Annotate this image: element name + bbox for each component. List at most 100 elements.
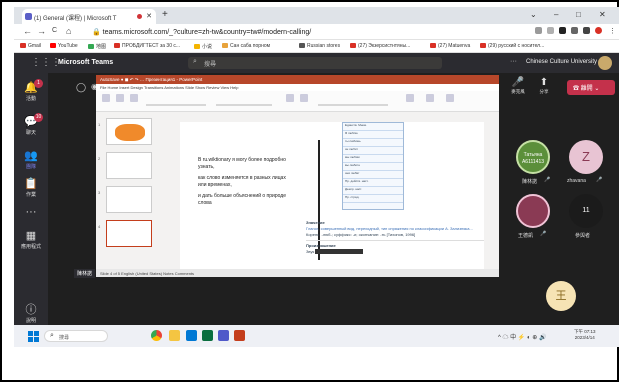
taskbar-clock[interactable]: 下午 07:13 2023/4/14	[574, 329, 596, 341]
shared-screen-powerpoint: AutoSave ● ◼ ↶ ↷ … Презентация1 - PowerP…	[96, 75, 499, 277]
new-tab-button[interactable]: +	[162, 9, 168, 20]
drawing-controls	[318, 104, 388, 106]
chat-badge: 10	[34, 113, 43, 122]
back-button[interactable]: ←	[23, 26, 32, 36]
minimize-button[interactable]: –	[554, 10, 558, 19]
bookmark-star-icon[interactable]	[547, 27, 554, 34]
slide-thumbnail	[106, 152, 152, 179]
slide-thumbnail	[106, 186, 152, 213]
slide-text-box: В ru.wiktionary я могу более подробно уз…	[198, 157, 286, 206]
bookmark-map[interactable]: 地图	[88, 43, 106, 50]
audio-player	[315, 249, 364, 255]
rail-item-teams[interactable]: 👥 團隊	[14, 149, 48, 170]
rail-item-assignments[interactable]: 📋 作業	[14, 177, 48, 198]
teams-icon: 👥	[24, 150, 38, 162]
browser-tab-bar: (1) General (课程) | Microsoft T ✕ + ⌄ – □…	[14, 7, 619, 24]
bookmark-exercises[interactable]: (27) Экзерсистнтяны...	[350, 43, 410, 49]
mic-muted-icon: 🎤	[596, 177, 603, 183]
url-field[interactable]: 🔒 teams.microsoft.com/_?culture=zh-tw&co…	[88, 26, 528, 38]
bookmarks-bar: Gmail YouTube 地图 ПРОБДИГТЕСТ за 30 с... …	[14, 40, 619, 53]
current-slide: В ru.wiktionary я могу более подробно уз…	[180, 122, 484, 269]
share-page-icon[interactable]	[535, 27, 542, 34]
help-icon: ⓘ	[25, 304, 37, 316]
tab-search-button[interactable]: ⌄	[530, 10, 537, 19]
share-button[interactable]: ⬆ 分享	[532, 77, 556, 95]
designer-icon	[446, 94, 454, 102]
more-participants-count[interactable]: 11	[569, 194, 603, 228]
more-icon: ···	[25, 206, 37, 218]
participant-avatar[interactable]: Татьяна A6111413	[516, 140, 550, 174]
bookmark-russian-stores[interactable]: Russian stores	[299, 43, 340, 49]
bookmark-saba[interactable]: Сан саба порном	[222, 43, 270, 49]
dictate-icon	[426, 94, 434, 102]
teams-taskbar-icon[interactable]	[218, 330, 229, 341]
slide-meaning-section: Значение Глагол, совершенный вид, перехо…	[306, 220, 484, 255]
bookmark-gmail[interactable]: Gmail	[20, 43, 41, 49]
participant-avatar[interactable]: Z	[569, 140, 603, 174]
teams-app-name: Microsoft Teams	[58, 59, 114, 66]
shapes-icon	[286, 94, 294, 102]
participant-name: 陳林諾	[522, 179, 538, 185]
rail-item-activity[interactable]: 🔔 1 活動	[14, 79, 48, 102]
self-video-avatar[interactable]: 王	[546, 281, 576, 311]
mic-icon: 🎤	[511, 77, 525, 88]
rail-item-more[interactable]: ···	[14, 205, 48, 219]
mic-button[interactable]: 🎤 麥克風	[506, 77, 530, 95]
rail-item-chat[interactable]: 💬 10 聊天	[14, 113, 48, 136]
user-avatar[interactable]	[598, 56, 612, 70]
tab-close-icon[interactable]: ✕	[146, 12, 152, 20]
maximize-button[interactable]: □	[576, 10, 581, 19]
mic-muted-icon: 🎤	[540, 231, 547, 237]
apps-icon: ▦	[25, 230, 37, 242]
extension-icon[interactable]	[559, 27, 566, 34]
file-explorer-icon[interactable]	[169, 330, 180, 341]
recording-dot-icon	[137, 14, 142, 19]
paragraph-controls	[216, 104, 272, 106]
powerpoint-icon[interactable]	[234, 330, 245, 341]
participant-avatar[interactable]	[516, 194, 550, 228]
participant-name: zhavana	[567, 178, 586, 184]
system-tray[interactable]: ^ ☁ 中 ⚡ ◐ ⊕ 🔊	[498, 332, 546, 341]
reload-button[interactable]: C	[52, 27, 57, 34]
teams-search-input[interactable]: ⌕ 搜尋	[188, 57, 442, 69]
find-icon	[406, 94, 414, 102]
sidebar-icon[interactable]	[583, 27, 590, 34]
teams-more-button[interactable]: ···	[510, 58, 517, 65]
share-icon: ⬆	[539, 77, 549, 88]
meeting-info-icon[interactable]: ◯	[76, 82, 86, 93]
org-name[interactable]: Chinese Culture University	[526, 59, 597, 65]
bookmark-russian-native[interactable]: (29) русский с носител...	[480, 43, 544, 49]
bookmark-youtube[interactable]: YouTube	[50, 43, 78, 49]
url-text: teams.microsoft.com/_?culture=zh-tw&coun…	[102, 29, 312, 36]
chrome-icon[interactable]	[151, 330, 162, 341]
browser-tab[interactable]: (1) General (课程) | Microsoft T ✕	[22, 9, 156, 24]
rail-item-apps[interactable]: ▦ 應用程式	[14, 229, 48, 250]
mic-muted-icon: 🎤	[544, 177, 551, 183]
ppt-slide-thumbnails: 1 2 3 4	[96, 112, 162, 269]
assignments-icon: 📋	[24, 178, 38, 190]
puzzle-icon[interactable]	[571, 27, 578, 34]
windows-start-icon[interactable]	[28, 331, 39, 342]
slide-thumbnail-selected	[106, 220, 152, 247]
font-controls	[146, 104, 206, 106]
browser-tab-title: (1) General (课程) | Microsoft T	[34, 16, 117, 22]
profile-avatar-icon[interactable]	[595, 27, 602, 34]
close-window-button[interactable]: ✕	[599, 10, 606, 19]
bookmark-test[interactable]: ПРОБДИГТЕСТ за 30 с...	[114, 43, 180, 49]
app-launcher-icon[interactable]: ⋮⋮⋮	[31, 57, 61, 68]
bookmark-matuenva[interactable]: (27) Matuenva	[430, 43, 470, 49]
home-button[interactable]: ⌂	[66, 26, 71, 36]
rail-item-help[interactable]: ⓘ 說明	[14, 303, 48, 324]
search-icon: ⌕	[193, 58, 197, 65]
bookmark-novel[interactable]: 小说	[194, 43, 212, 50]
menu-kebab-icon[interactable]: ⋮	[609, 27, 616, 35]
store-icon[interactable]	[202, 330, 213, 341]
lock-icon: 🔒	[92, 29, 103, 36]
teams-search-placeholder: 搜尋	[204, 62, 217, 68]
edge-icon[interactable]	[186, 330, 197, 341]
forward-button[interactable]: →	[37, 26, 46, 36]
leave-button[interactable]: ☎ 離開 ⌄	[567, 80, 615, 95]
ppt-menu-tabs: File Home Insert Design Transitions Anim…	[96, 84, 499, 91]
taskbar-search-input[interactable]: ⌕ 搜尋	[44, 330, 108, 342]
screenshot: (1) General (课程) | Microsoft T ✕ + ⌄ – □…	[14, 7, 619, 347]
